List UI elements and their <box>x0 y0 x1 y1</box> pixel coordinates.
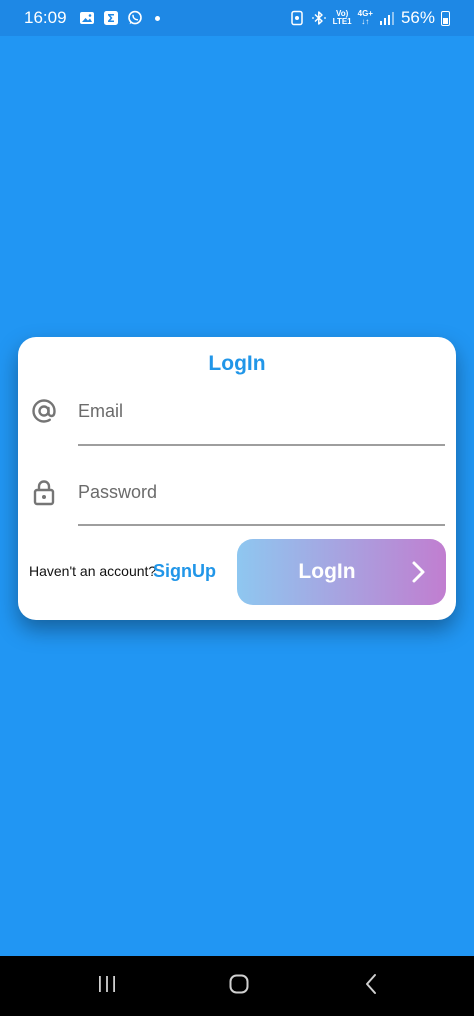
password-underline <box>78 524 445 526</box>
network-type-indicator: 4G+ ↓↑ <box>358 10 373 26</box>
no-account-text: Haven't an account? <box>29 563 157 579</box>
volte-bottom-label: LTE1 <box>332 17 352 26</box>
battery-icon <box>441 10 450 26</box>
back-button[interactable] <box>352 970 392 1002</box>
email-underline <box>78 444 445 446</box>
password-field[interactable] <box>78 477 445 507</box>
gallery-icon <box>79 10 95 26</box>
login-button[interactable] <box>237 539 446 605</box>
status-right: Vo) LTE1 4G+ ↓↑ 56% <box>289 8 450 28</box>
volte-indicator: Vo) LTE1 <box>333 10 352 26</box>
email-field[interactable] <box>78 396 445 426</box>
status-time: 16:09 <box>24 8 67 27</box>
status-left: 16:09 <box>24 8 160 28</box>
sigma-app-icon <box>103 10 119 26</box>
at-sign-icon <box>30 397 58 425</box>
battery-percent: 56% <box>400 8 435 27</box>
home-icon <box>227 972 251 1001</box>
back-icon <box>360 972 384 1001</box>
lock-icon <box>30 478 58 506</box>
sim-shield-icon <box>289 10 305 26</box>
signup-link[interactable]: SignUp <box>153 561 216 582</box>
data-arrows-icon: ↓↑ <box>361 17 370 26</box>
login-title: LogIn <box>208 352 266 375</box>
screen: 16:09 Vo) LTE1 4G+ ↓↑ 56% LogIn Email Ha… <box>0 0 474 1016</box>
notification-dot <box>154 15 160 21</box>
recent-apps-icon <box>95 972 119 1001</box>
home-button[interactable] <box>219 970 259 1002</box>
recent-apps-button[interactable] <box>87 970 127 1002</box>
status-bar: 16:09 Vo) LTE1 4G+ ↓↑ 56% <box>0 0 474 36</box>
signal-strength-icon <box>379 10 395 26</box>
whatsapp-icon <box>127 10 143 26</box>
bluetooth-icon <box>311 10 327 26</box>
